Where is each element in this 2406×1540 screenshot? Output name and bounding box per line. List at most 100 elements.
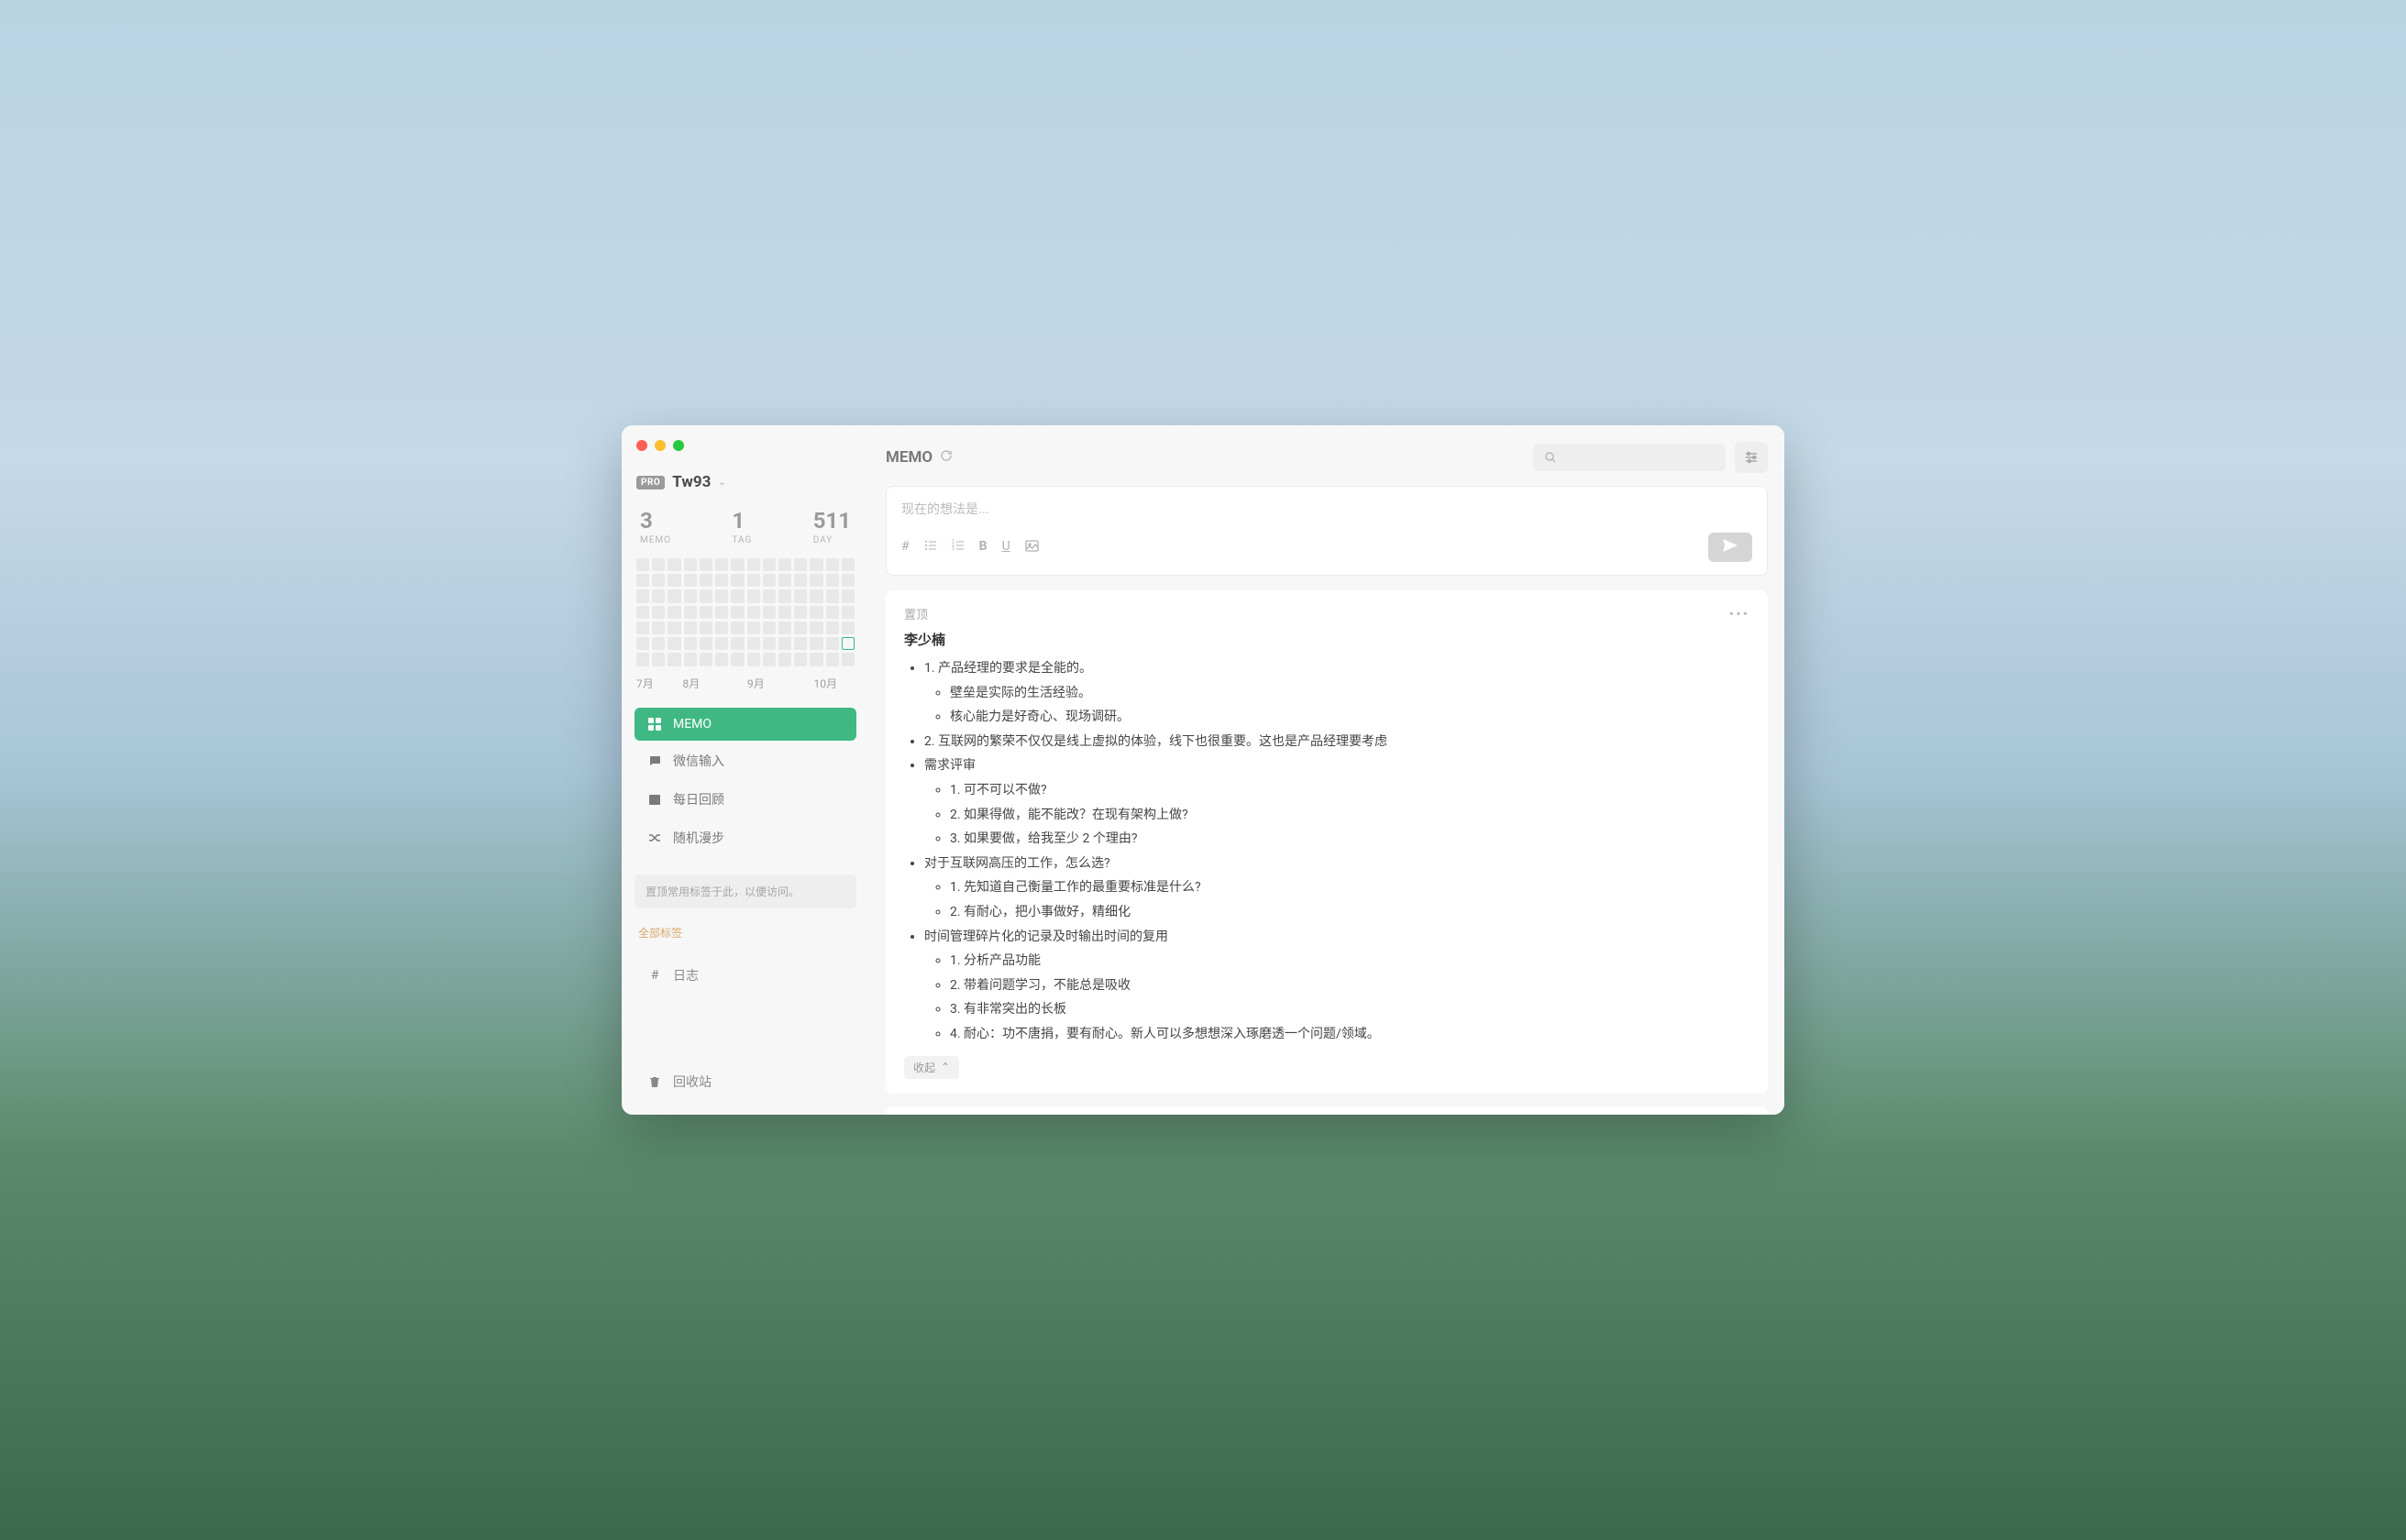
heatmap-cell[interactable]	[731, 637, 744, 650]
heatmap-cell[interactable]	[731, 622, 744, 634]
heatmap-cell[interactable]	[652, 653, 665, 666]
heatmap-cell[interactable]	[778, 637, 791, 650]
heatmap-cell[interactable]	[842, 653, 855, 666]
heatmap-cell[interactable]	[747, 558, 760, 571]
heatmap-cell[interactable]	[826, 606, 839, 619]
heatmap-cell[interactable]	[684, 637, 697, 650]
heatmap-cell[interactable]	[842, 574, 855, 587]
heatmap-cell[interactable]	[636, 558, 649, 571]
heatmap-cell[interactable]	[810, 653, 822, 666]
heatmap-cell[interactable]	[715, 589, 728, 602]
heatmap-cell[interactable]	[794, 622, 807, 634]
heatmap-cell[interactable]	[778, 606, 791, 619]
heatmap-cell[interactable]	[826, 622, 839, 634]
tag-log[interactable]: # 日志	[635, 957, 856, 994]
heatmap-cell[interactable]	[842, 606, 855, 619]
heatmap-cell[interactable]	[747, 637, 760, 650]
heatmap-cell[interactable]	[684, 653, 697, 666]
heatmap-cell[interactable]	[810, 606, 822, 619]
heatmap-cell[interactable]	[700, 574, 712, 587]
heatmap-cell[interactable]	[731, 558, 744, 571]
heatmap-cell[interactable]	[747, 589, 760, 602]
heatmap-cell[interactable]	[842, 558, 855, 571]
heatmap-cell[interactable]	[684, 622, 697, 634]
heatmap-cell[interactable]	[763, 589, 776, 602]
heatmap-cell[interactable]	[684, 589, 697, 602]
heatmap-cell[interactable]	[715, 574, 728, 587]
nav-memo[interactable]: MEMO	[635, 708, 856, 741]
heatmap-cell[interactable]	[636, 637, 649, 650]
user-menu[interactable]: PRO Tw93 ⌄	[635, 473, 856, 491]
nav-wechat[interactable]: 微信输入	[635, 742, 856, 779]
heatmap-cell[interactable]	[652, 637, 665, 650]
heatmap-cell[interactable]	[700, 653, 712, 666]
heatmap-cell[interactable]	[700, 589, 712, 602]
heatmap-cell[interactable]	[700, 622, 712, 634]
bold-icon[interactable]: B	[979, 539, 988, 556]
heatmap-cell[interactable]	[778, 589, 791, 602]
heatmap-cell[interactable]	[763, 558, 776, 571]
underline-icon[interactable]: U	[1002, 539, 1010, 556]
heatmap-cell[interactable]	[794, 558, 807, 571]
heatmap-cell[interactable]	[778, 653, 791, 666]
heatmap-cell[interactable]	[747, 574, 760, 587]
heatmap-cell[interactable]	[747, 606, 760, 619]
heatmap-cell[interactable]	[700, 606, 712, 619]
heatmap-cell[interactable]	[810, 589, 822, 602]
heatmap-cell[interactable]	[668, 622, 680, 634]
heatmap-cell[interactable]	[842, 589, 855, 602]
heatmap-cell[interactable]	[715, 622, 728, 634]
heatmap-cell[interactable]	[700, 637, 712, 650]
heatmap-cell[interactable]	[652, 589, 665, 602]
heatmap-cell[interactable]	[636, 589, 649, 602]
heatmap-cell[interactable]	[810, 558, 822, 571]
heatmap-cell[interactable]	[794, 653, 807, 666]
heatmap-cell[interactable]	[794, 606, 807, 619]
heatmap-cell[interactable]	[668, 637, 680, 650]
heatmap-cell[interactable]	[763, 606, 776, 619]
collapse-button[interactable]: 收起 ⌃	[904, 1056, 959, 1079]
heatmap-cell[interactable]	[778, 622, 791, 634]
heatmap-cell[interactable]	[794, 589, 807, 602]
numbered-list-icon[interactable]: 123	[952, 539, 965, 556]
heatmap-cell[interactable]	[715, 606, 728, 619]
heatmap-cell[interactable]	[668, 606, 680, 619]
heatmap-cell[interactable]	[810, 637, 822, 650]
bullet-list-icon[interactable]	[924, 539, 937, 556]
heatmap-cell[interactable]	[842, 622, 855, 634]
nav-trash[interactable]: 回收站	[635, 1063, 856, 1100]
compose-input[interactable]	[901, 501, 1752, 516]
hash-tool-icon[interactable]: #	[901, 539, 910, 556]
heatmap-cell[interactable]	[794, 574, 807, 587]
heatmap-cell[interactable]	[763, 574, 776, 587]
send-button[interactable]	[1708, 533, 1752, 562]
heatmap-cell[interactable]	[684, 558, 697, 571]
nav-daily[interactable]: 每日回顾	[635, 781, 856, 818]
heatmap-cell[interactable]	[747, 622, 760, 634]
heatmap-cell[interactable]	[715, 637, 728, 650]
heatmap-cell[interactable]	[794, 637, 807, 650]
heatmap-cell[interactable]	[668, 574, 680, 587]
memo-more-icon[interactable]: •••	[1729, 605, 1749, 622]
heatmap-cell[interactable]	[636, 606, 649, 619]
refresh-icon[interactable]	[940, 449, 953, 466]
minimize-icon[interactable]	[655, 440, 666, 451]
heatmap-cell[interactable]	[763, 637, 776, 650]
heatmap-cell[interactable]	[652, 558, 665, 571]
heatmap-cell[interactable]	[652, 574, 665, 587]
heatmap-cell[interactable]	[778, 558, 791, 571]
heatmap-cell[interactable]	[763, 622, 776, 634]
heatmap-cell[interactable]	[747, 653, 760, 666]
heatmap-cell[interactable]	[668, 558, 680, 571]
heatmap-cell[interactable]	[842, 637, 855, 650]
heatmap-cell[interactable]	[810, 574, 822, 587]
image-icon[interactable]	[1025, 539, 1039, 556]
heatmap-cell[interactable]	[684, 574, 697, 587]
memo-list[interactable]: 置顶 ••• 李少楠 1. 产品经理的要求是全能的。壁垒是实际的生活经验。核心能…	[886, 590, 1768, 1115]
heatmap-cell[interactable]	[684, 606, 697, 619]
heatmap-cell[interactable]	[652, 606, 665, 619]
filter-button[interactable]	[1735, 442, 1768, 473]
heatmap-cell[interactable]	[826, 589, 839, 602]
maximize-icon[interactable]	[673, 440, 684, 451]
heatmap-cell[interactable]	[636, 622, 649, 634]
